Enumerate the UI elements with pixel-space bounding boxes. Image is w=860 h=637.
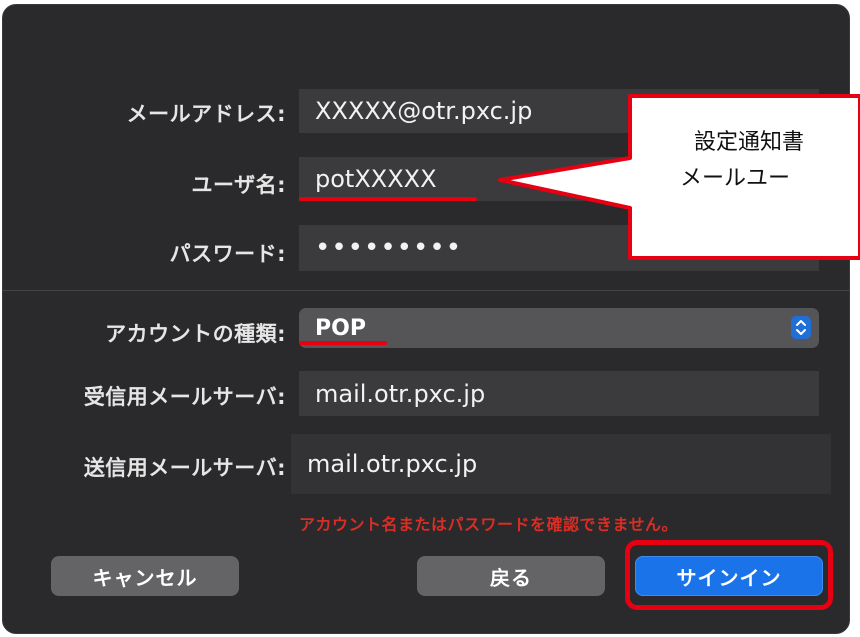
callout-line-2: メールユー: [680, 166, 791, 191]
error-message: アカウント名またはパスワードを確認できません。: [299, 515, 679, 534]
username-label: ユーザ名:: [191, 173, 286, 197]
outgoing-server-field[interactable]: mail.otr.pxc.jp: [291, 434, 831, 494]
account-type-highlight-underline: [299, 341, 387, 345]
account-type-label: アカウントの種類:: [105, 322, 286, 346]
email-value: XXXXX@otr.pxc.jp: [315, 97, 533, 125]
outgoing-server-label: 送信用メールサーバ:: [83, 456, 286, 480]
chevron-updown-icon: [791, 316, 811, 339]
callout-line-1: 設定通知書: [694, 130, 805, 155]
account-dialog: メールアドレス: XXXXX@otr.pxc.jp ユーザ名: potXXXXX…: [2, 4, 850, 634]
signin-highlight-box: [625, 540, 833, 610]
cancel-button[interactable]: キャンセル: [51, 556, 239, 596]
password-value: •••••••••: [315, 233, 463, 263]
incoming-server-value: mail.otr.pxc.jp: [315, 379, 486, 408]
incoming-server-label: 受信用メールサーバ:: [83, 385, 286, 409]
back-button[interactable]: 戻る: [417, 556, 605, 596]
account-type-value: POP: [315, 315, 366, 341]
email-label: メールアドレス:: [126, 102, 286, 126]
outgoing-server-value: mail.otr.pxc.jp: [307, 450, 478, 478]
incoming-server-field[interactable]: mail.otr.pxc.jp: [299, 371, 819, 416]
section-divider: [3, 290, 849, 291]
password-label: パスワード:: [169, 242, 286, 266]
password-field[interactable]: •••••••••: [299, 225, 819, 271]
username-value: potXXXXX: [315, 165, 437, 193]
username-highlight-underline: [299, 197, 477, 201]
